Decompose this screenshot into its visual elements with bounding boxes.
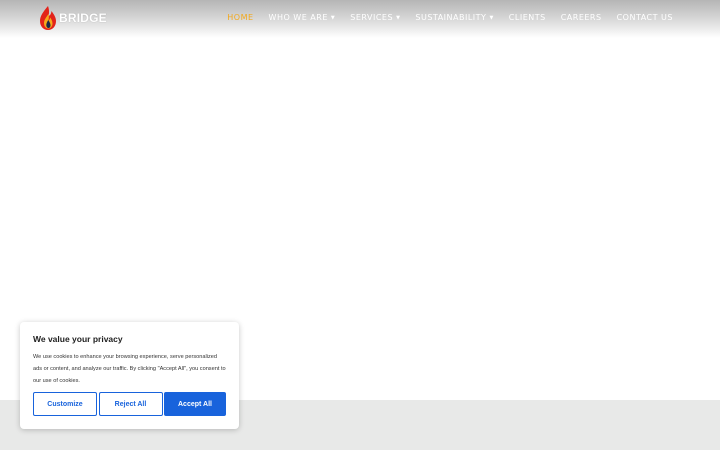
- nav-label: SERVICES: [350, 13, 394, 22]
- cookie-title: We value your privacy: [33, 334, 123, 344]
- cookie-consent-banner: We value your privacy We use cookies to …: [20, 322, 239, 429]
- flame-icon: [40, 6, 56, 30]
- cookie-text: We use cookies to enhance your browsing …: [33, 354, 226, 384]
- brand-logo[interactable]: BRIDGE: [38, 5, 107, 31]
- caret-down-icon: ▼: [489, 14, 494, 21]
- nav-label: WHO WE ARE: [268, 13, 328, 22]
- nav-services[interactable]: SERVICES ▼: [350, 13, 400, 22]
- nav-home[interactable]: HOME: [227, 13, 253, 22]
- brand-name: BRIDGE: [59, 11, 107, 25]
- nav-label: CONTACT US: [616, 13, 673, 22]
- nav-clients[interactable]: CLIENTS: [509, 13, 546, 22]
- nav-label: CAREERS: [560, 13, 602, 22]
- accept-all-button[interactable]: Accept All: [164, 392, 226, 416]
- main-nav: HOME WHO WE ARE ▼ SERVICES ▼ SUSTAINABIL…: [212, 13, 673, 22]
- nav-who-we-are[interactable]: WHO WE ARE ▼: [269, 13, 336, 22]
- customize-button[interactable]: Customize: [33, 392, 97, 416]
- cookie-button-row: Customize Reject All Accept All: [33, 392, 226, 416]
- nav-label: SUSTAINABILITY: [415, 13, 487, 22]
- caret-down-icon: ▼: [396, 14, 401, 21]
- nav-sustainability[interactable]: SUSTAINABILITY ▼: [415, 13, 493, 22]
- nav-label: HOME: [227, 13, 254, 22]
- site-header: BRIDGE HOME WHO WE ARE ▼ SERVICES ▼ SUST…: [0, 0, 720, 38]
- nav-careers[interactable]: CAREERS: [561, 13, 602, 22]
- nav-label: CLIENTS: [508, 13, 546, 22]
- nav-contact-us[interactable]: CONTACT US: [617, 13, 673, 22]
- reject-all-button[interactable]: Reject All: [98, 392, 163, 416]
- caret-down-icon: ▼: [330, 14, 336, 21]
